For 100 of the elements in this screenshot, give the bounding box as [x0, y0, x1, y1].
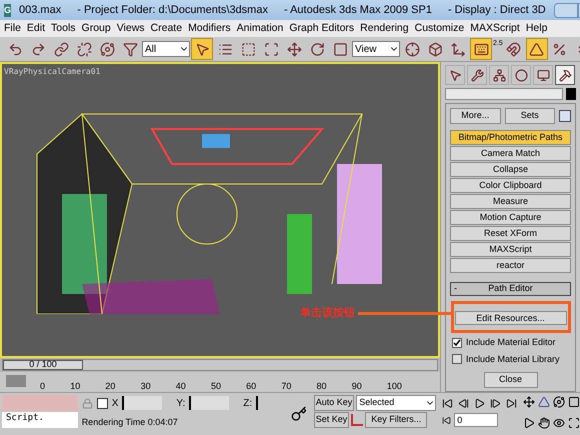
app-icon: G [4, 4, 12, 16]
key-icon[interactable] [290, 406, 307, 422]
key-mode-dropdown[interactable]: Selected [356, 395, 436, 411]
project-folder: - Project Folder: d:\Documents\3dsmax [77, 2, 268, 18]
menu-item[interactable]: Help [526, 20, 548, 36]
keyboard-icon [474, 42, 488, 56]
wrench-icon [470, 68, 484, 82]
selection-filter-dropdown[interactable]: All [142, 41, 190, 57]
pan-icon[interactable] [523, 396, 536, 408]
ruler-label: 50 [210, 381, 221, 392]
checkbox[interactable] [452, 354, 462, 364]
menu-item[interactable]: File [4, 20, 21, 36]
menu-item[interactable]: Graph Editors [289, 20, 354, 36]
circle-icon [514, 68, 528, 82]
cube-icon [428, 42, 442, 56]
hand-icon[interactable] [538, 417, 550, 429]
maximize-icon[interactable] [568, 417, 580, 429]
current-frame-field[interactable]: 0 [454, 413, 498, 427]
menu-item[interactable]: Modifiers [188, 20, 231, 36]
edit-resources-button[interactable]: Edit Resources... [454, 311, 566, 325]
ruler-label: 70 [281, 381, 292, 392]
auto-key-button[interactable]: Auto Key [314, 395, 354, 411]
toolbar-button[interactable] [526, 38, 548, 60]
go-to-start-icon[interactable] [442, 398, 454, 408]
menu-item[interactable]: Create [150, 20, 182, 36]
set-key-button[interactable]: Set Key [314, 412, 350, 428]
menu-item[interactable]: Group [82, 20, 111, 36]
hierarchy-icon [492, 68, 506, 82]
name-field[interactable] [445, 88, 563, 100]
close-utility-button[interactable]: Close [484, 372, 538, 388]
eye-icon[interactable] [553, 417, 566, 429]
menu-item[interactable]: Tools [51, 20, 76, 36]
utility-button[interactable]: Motion Capture [450, 210, 571, 225]
x-label: X [112, 396, 118, 410]
ruler-label: 0 [40, 381, 46, 392]
sets-button[interactable]: Sets [504, 108, 555, 124]
command-tab[interactable] [533, 65, 553, 85]
utility-button[interactable]: Camera Match [450, 146, 571, 161]
app-name: - Autodesk 3ds Max 2009 SP1 [284, 2, 432, 18]
menu-item[interactable]: Animation [236, 20, 284, 36]
listener-field[interactable] [2, 395, 78, 411]
ruler-label: 10 [70, 381, 80, 392]
dashed-square-icon [240, 42, 256, 56]
sets-config-icon[interactable] [559, 110, 571, 122]
menu-item[interactable]: Rendering [360, 20, 409, 36]
x-field[interactable] [122, 396, 162, 410]
command-tab[interactable] [467, 65, 487, 85]
previous-frame-icon[interactable] [458, 398, 470, 408]
menu-item[interactable]: Views [116, 20, 145, 36]
axes-icon [450, 42, 466, 56]
rotate-icon [310, 42, 324, 56]
play-icon[interactable] [474, 398, 486, 408]
utility-button[interactable]: Reset XForm [450, 226, 571, 241]
ruler-label: 90 [352, 381, 362, 392]
y-field[interactable] [189, 396, 230, 410]
color-swatch[interactable] [566, 88, 576, 100]
time-slider[interactable]: 0 / 100 [2, 359, 438, 371]
coordinate-system-dropdown[interactable]: View [352, 41, 400, 57]
pointer-icon [194, 42, 210, 56]
toolbar-button[interactable] [470, 38, 492, 60]
go-to-end-icon[interactable] [506, 398, 518, 408]
menu-item[interactable]: Edit [26, 20, 46, 36]
z-field[interactable] [256, 396, 260, 410]
list-icon [218, 42, 232, 56]
orbit-icon[interactable] [553, 396, 566, 408]
rollout-title: Path Editor [487, 282, 534, 296]
command-tab[interactable] [489, 65, 509, 85]
menu-item[interactable]: MAXScript [470, 20, 520, 36]
next-frame-icon[interactable] [490, 398, 502, 408]
utility-button[interactable]: Bitmap/Photometric Paths [450, 130, 571, 145]
script-field[interactable]: Script. [2, 412, 78, 428]
triangle-icon[interactable] [538, 396, 550, 408]
command-tab[interactable] [511, 65, 531, 85]
pointer-icon [448, 68, 462, 82]
hammer-icon [558, 68, 572, 82]
z-label: Z: [243, 396, 252, 410]
command-tab[interactable] [555, 65, 575, 85]
ruler-label: 20 [105, 381, 116, 392]
utility-button[interactable]: Collapse [450, 162, 571, 177]
menu-item[interactable]: Customize [414, 20, 464, 36]
key-filters-button[interactable]: Key Filters... [365, 412, 428, 428]
selection-mode-icon[interactable] [96, 398, 108, 408]
rendering-time: Rendering Time 0:04:07 [82, 416, 179, 429]
utility-button[interactable]: Color Clipboard [450, 178, 571, 193]
key-mode-icon[interactable] [442, 416, 452, 424]
crosshair-icon [404, 42, 420, 56]
utility-button[interactable]: reactor [450, 258, 571, 273]
redo-icon [30, 42, 46, 56]
more-button[interactable]: More... [450, 108, 500, 124]
toolbar-button[interactable] [191, 38, 213, 60]
time-slider-thumb[interactable]: 0 / 100 [3, 360, 83, 370]
command-tab[interactable] [445, 65, 465, 85]
rollout-header[interactable]: - Path Editor [450, 282, 571, 296]
utility-button[interactable]: Measure [450, 194, 571, 209]
orbit-icon [100, 42, 114, 56]
utility-button[interactable]: MAXScript [450, 242, 571, 257]
collapse-toggle[interactable]: - [454, 282, 468, 296]
viewport-label: VRayPhysicalCamera01 [4, 66, 100, 78]
square-icon[interactable] [568, 396, 580, 408]
checkbox[interactable] [452, 338, 462, 348]
